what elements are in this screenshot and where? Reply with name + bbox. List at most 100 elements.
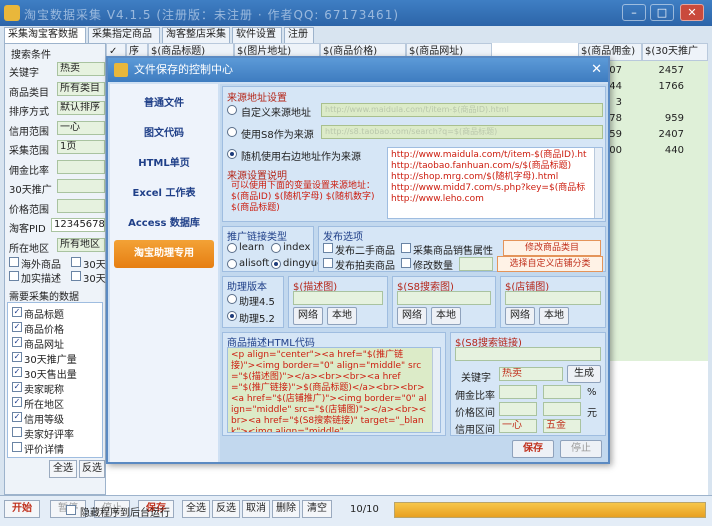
collect-range-select[interactable]: 1页 xyxy=(57,140,105,154)
radio-alisoft[interactable] xyxy=(227,259,237,269)
data-checkbox[interactable]: ✓ xyxy=(12,352,22,362)
s8-image-input[interactable] xyxy=(397,291,491,305)
desc-net-button[interactable]: 网络 xyxy=(293,307,323,325)
s8-credit-from-select[interactable]: 一心 xyxy=(499,419,537,433)
tab-settings[interactable]: 软件设置 xyxy=(232,27,282,43)
desc-image-input[interactable] xyxy=(293,291,383,305)
modify-category-button[interactable]: 修改商品类目 xyxy=(503,240,601,256)
s8-net-button[interactable]: 网络 xyxy=(397,307,427,325)
data-checkbox[interactable]: ✓ xyxy=(12,412,22,422)
dialog-save-button[interactable]: 保存 xyxy=(512,440,554,458)
radio-s8-source[interactable] xyxy=(227,127,237,137)
nav-plain-file[interactable]: 普通文件 xyxy=(114,90,214,118)
radio-index[interactable] xyxy=(271,243,281,253)
dialog-close-button[interactable]: ✕ xyxy=(591,58,602,82)
promo-30d-input[interactable] xyxy=(57,179,105,193)
secondhand-checkbox[interactable] xyxy=(323,243,333,253)
grid-header[interactable]: $(30天推广 xyxy=(642,43,708,61)
grid-cancel-button[interactable]: 取消 xyxy=(242,500,270,518)
category-select[interactable]: 所有类目 xyxy=(57,82,105,96)
radio-learn[interactable] xyxy=(227,243,237,253)
radio-helper-45[interactable] xyxy=(227,294,237,304)
maximize-button[interactable]: □ xyxy=(650,4,674,21)
s8-price-from[interactable] xyxy=(499,402,537,416)
grid-invert-button[interactable]: 反选 xyxy=(212,500,240,518)
group-title: 助理版本 xyxy=(227,282,267,293)
desc-local-button[interactable]: 本地 xyxy=(327,307,357,325)
tab-taoke-data[interactable]: 采集淘宝客数据 xyxy=(4,27,86,43)
s8-credit-to-select[interactable]: 五金 xyxy=(543,419,581,433)
tab-specific-items[interactable]: 采集指定商品 xyxy=(88,27,160,43)
data-checkbox[interactable]: ✓ xyxy=(12,397,22,407)
s8-price-to[interactable] xyxy=(543,402,581,416)
credit-range-select[interactable]: 一心 xyxy=(57,121,105,135)
random-url-list[interactable]: http://www.maidula.com/t/item-$(商品ID).ht… xyxy=(387,147,603,219)
nav-taobao-assistant[interactable]: 淘宝助理专用 xyxy=(114,240,214,268)
generate-button[interactable]: 生成 xyxy=(567,365,601,383)
nav-html-page[interactable]: HTML单页 xyxy=(114,150,214,178)
s8-keyword-input[interactable]: 热卖 xyxy=(499,367,563,381)
radio-label: 助理5.2 xyxy=(239,314,275,325)
region-select[interactable]: 所有地区 xyxy=(57,238,105,252)
data-checkbox[interactable]: ✓ xyxy=(12,367,22,377)
tab-register[interactable]: 注册 xyxy=(284,27,314,43)
radio-helper-52[interactable] xyxy=(227,311,237,321)
grid-delete-button[interactable]: 删除 xyxy=(272,500,300,518)
s8-url-input[interactable]: http://s8.taobao.com/search?q=$(商品标题) xyxy=(321,125,603,139)
data-checkbox[interactable] xyxy=(12,442,22,452)
radio-random-url[interactable] xyxy=(227,149,237,159)
shop-net-button[interactable]: 网络 xyxy=(505,307,535,325)
s8-commission-from[interactable] xyxy=(499,385,537,399)
custom-shop-category-button[interactable]: 选择自定义店铺分类 xyxy=(497,256,603,272)
radio-label: 助理4.5 xyxy=(239,297,275,308)
minimize-button[interactable]: – xyxy=(622,4,646,21)
price-range-input[interactable] xyxy=(57,199,105,213)
nav-access[interactable]: Access 数据库 xyxy=(114,210,214,238)
html-code-scrollbar[interactable] xyxy=(432,348,440,432)
close-button[interactable]: ✕ xyxy=(680,4,704,21)
dialog-stop-button[interactable]: 停止 xyxy=(560,440,602,458)
keyword-input[interactable]: 热卖 xyxy=(57,62,105,76)
radio-dingyue[interactable] xyxy=(271,259,281,269)
field-label: 价格范围 xyxy=(9,205,49,216)
radio-custom-url[interactable] xyxy=(227,105,237,115)
data-checkbox[interactable]: ✓ xyxy=(12,322,22,332)
helper-version-group: 助理版本 助理4.5 助理5.2 xyxy=(222,276,284,328)
quantity-input[interactable] xyxy=(459,257,493,271)
shop-local-button[interactable]: 本地 xyxy=(539,307,569,325)
data-checkbox[interactable]: ✓ xyxy=(12,307,22,317)
url-list-scrollbar[interactable] xyxy=(594,148,602,218)
checkbox-label: 加实描述 xyxy=(21,274,61,285)
invert-button[interactable]: 反选 xyxy=(79,460,105,478)
data-section-title: 需要采集的数据 xyxy=(9,292,79,303)
sales-attr-checkbox[interactable] xyxy=(401,243,411,253)
commission-input[interactable] xyxy=(57,160,105,174)
shop-image-input[interactable] xyxy=(505,291,601,305)
data-checkbox[interactable] xyxy=(12,427,22,437)
auction-checkbox[interactable] xyxy=(323,258,333,268)
real-desc-checkbox[interactable] xyxy=(9,271,19,281)
start-button[interactable]: 开始 xyxy=(4,500,40,518)
select-all-button[interactable]: 全选 xyxy=(49,460,77,478)
days30-checkbox[interactable] xyxy=(71,257,81,267)
hide-background-checkbox[interactable] xyxy=(66,505,76,515)
grid-clear-button[interactable]: 清空 xyxy=(302,500,332,518)
overseas-checkbox[interactable] xyxy=(9,257,19,267)
s8-commission-to[interactable] xyxy=(543,385,581,399)
pid-input[interactable]: 12345678 xyxy=(51,218,105,232)
days30b-checkbox[interactable] xyxy=(71,271,81,281)
s8-link-input[interactable] xyxy=(455,347,601,361)
data-item-label: 30天推广量 xyxy=(24,355,77,366)
s8-local-button[interactable]: 本地 xyxy=(431,307,461,325)
grid-select-all-button[interactable]: 全选 xyxy=(182,500,210,518)
html-code-textarea[interactable]: <p align="center"><a href="$(推广链接)"><img… xyxy=(227,347,441,433)
custom-url-input[interactable]: http://www.maidula.com/t/item-$(商品ID).ht… xyxy=(321,103,603,117)
data-checkbox[interactable]: ✓ xyxy=(12,337,22,347)
sort-select[interactable]: 默认排序 xyxy=(57,101,105,115)
checkbox-label: 发布二手商品 xyxy=(335,246,395,257)
tab-whole-shop[interactable]: 淘客整店采集 xyxy=(162,27,230,43)
nav-excel[interactable]: Excel 工作表 xyxy=(114,180,214,208)
data-checkbox[interactable]: ✓ xyxy=(12,382,22,392)
modify-qty-checkbox[interactable] xyxy=(401,258,411,268)
nav-rich-code[interactable]: 图文代码 xyxy=(114,120,214,148)
